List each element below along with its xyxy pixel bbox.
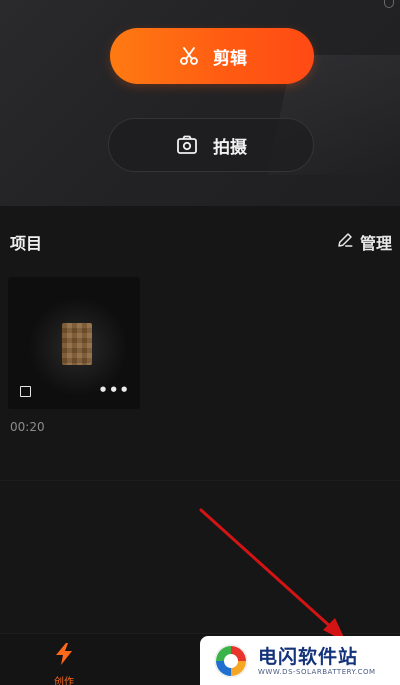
shoot-button[interactable]: 拍摄 [108,118,314,172]
hero-panel: 剪辑 拍摄 [0,0,400,206]
lightning-icon [53,642,75,670]
manage-label: 管理 [359,234,392,253]
divider [0,480,400,481]
pencil-icon [336,231,354,253]
more-options-icon[interactable]: ••• [98,381,130,399]
edit-button[interactable]: 剪辑 [110,28,314,84]
watermark-banner: 电闪软件站 WWW.DS-SOLARBATTERY.COM [200,636,400,685]
thumbnail-pixelated-figure [62,323,92,365]
corner-marker [384,0,394,8]
projects-title: 项目 [10,234,43,253]
camera-icon [175,133,199,157]
tab-create-label: 创作 [54,677,74,685]
watermark-url: WWW.DS-SOLARBATTERY.COM [258,667,376,676]
app-screen: 剪辑 拍摄 项目 管理 ••• 00:20 创作 电闪软件站 WWW.DS-SO… [0,0,400,685]
site-logo-icon [214,644,248,678]
scissors-icon [177,44,201,68]
watermark-title: 电闪软件站 [258,645,359,668]
shoot-button-label: 拍摄 [213,137,247,158]
edit-button-label: 剪辑 [213,48,247,69]
tab-create[interactable]: 创作 [38,642,90,685]
projects-header: 项目 管理 [10,229,392,255]
manage-button[interactable]: 管理 [336,230,392,254]
project-card[interactable]: ••• [8,277,140,409]
select-checkbox[interactable] [20,386,31,397]
project-duration: 00:20 [10,420,45,434]
